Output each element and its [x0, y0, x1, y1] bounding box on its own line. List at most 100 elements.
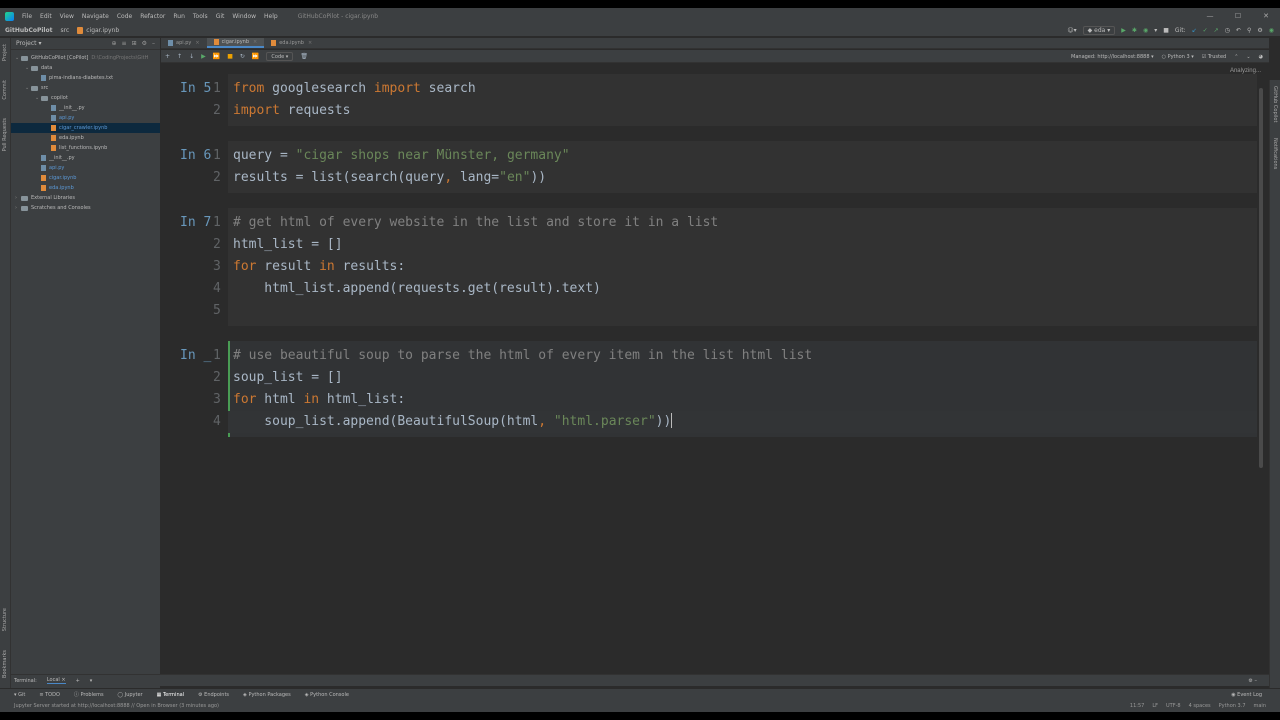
close-button[interactable]: ✕ [1252, 8, 1280, 24]
terminal-tab-local[interactable]: Local × [46, 677, 66, 684]
terminal-options-icon[interactable]: ▾ [90, 678, 93, 684]
notebook-cell[interactable]: In 6 1 query = "cigar shops near Münster, … [161, 141, 1257, 193]
git-commit-icon[interactable]: ✓ [1203, 27, 1208, 34]
status-caret-position[interactable]: 11:57 [1130, 703, 1144, 709]
code-line[interactable]: 5 [161, 300, 1257, 322]
search-everywhere-icon[interactable]: ⚲ [1247, 27, 1251, 34]
menu-run[interactable]: Run [169, 13, 189, 20]
restart-kernel-icon[interactable]: ↻ [240, 53, 245, 60]
tool-todo[interactable]: ≡ TODO [39, 692, 60, 698]
add-cell-icon[interactable]: + [165, 53, 170, 60]
tree-item[interactable]: pima-indians-diabetes.txt [11, 73, 160, 83]
move-down-icon[interactable]: ↓ [189, 53, 194, 60]
code-line[interactable]: 3 for html in html_list: [161, 389, 1257, 411]
code-line[interactable]: 3 for result in results: [161, 256, 1257, 278]
tool-terminal[interactable]: ▦ Terminal [157, 692, 184, 698]
menu-help[interactable]: Help [260, 13, 282, 20]
trusted-indicator[interactable]: ☑ Trusted [1202, 54, 1226, 60]
run-all-icon[interactable]: ⏩ [213, 53, 220, 60]
expand-all-icon[interactable]: ⊞ [132, 40, 137, 47]
tool-git[interactable]: ▾ Git [14, 692, 25, 698]
code-line[interactable]: 1 # get html of every website in the list… [161, 212, 1257, 234]
tree-item[interactable]: api.py [11, 113, 160, 123]
menu-window[interactable]: Window [228, 13, 260, 20]
menu-file[interactable]: File [18, 13, 36, 20]
code-line[interactable]: 4 soup_list.append(BeautifulSoup(html, "… [161, 411, 1257, 433]
tree-item[interactable]: › Scratches and Consoles [11, 203, 160, 213]
editor-vertical-scrollbar[interactable] [1259, 88, 1263, 468]
code-line[interactable]: 1 from googlesearch import search [161, 78, 1257, 100]
rollback-icon[interactable]: ↶ [1236, 27, 1241, 34]
tree-item[interactable]: api.py [11, 163, 160, 173]
tree-item[interactable]: cigar_crawler.ipynb [11, 123, 160, 133]
tree-item[interactable]: ⌄ src [11, 83, 160, 93]
project-view-select[interactable]: Project ▾ [16, 40, 41, 47]
tool-problems[interactable]: ⓘ Problems [74, 691, 104, 698]
git-push-icon[interactable]: ↗ [1214, 27, 1219, 34]
menu-refactor[interactable]: Refactor [136, 13, 169, 20]
tool-jupyter[interactable]: ◯ Jupyter [118, 692, 143, 698]
settings-icon[interactable]: ⚙ [1257, 27, 1262, 34]
project-tool-tab[interactable]: Project [2, 44, 8, 61]
maximize-button[interactable]: ☐ [1224, 8, 1252, 24]
notebook-editor[interactable]: Analyzing... In 5 1 from googlesearch impo… [161, 64, 1265, 670]
breadcrumb-file[interactable]: cigar.ipynb [77, 26, 119, 34]
status-message[interactable]: Jupyter Server started at http://localho… [14, 703, 219, 709]
notebook-cell[interactable]: In _ 1 # use beautiful soup to parse the h… [161, 341, 1257, 437]
tree-item[interactable]: eda.ipynb [11, 133, 160, 143]
menu-navigate[interactable]: Navigate [78, 13, 113, 20]
close-tab-icon[interactable]: × [253, 39, 257, 45]
tree-item[interactable]: ⌄ GitHubCoPilot [CoPilot] D:\CodingProject… [11, 53, 160, 63]
cell-type-select[interactable]: Code ▾ [266, 51, 294, 61]
breadcrumb-src[interactable]: src [60, 27, 69, 34]
tree-item[interactable]: › External Libraries [11, 193, 160, 203]
tool-python-console[interactable]: ◈ Python Console [305, 692, 349, 698]
tree-item[interactable]: list_functions.ipynb [11, 143, 160, 153]
commit-tool-tab[interactable]: Commit [2, 80, 8, 100]
tool-event-log[interactable]: ◉ Event Log [1231, 692, 1280, 698]
menu-git[interactable]: Git [212, 13, 229, 20]
github-copilot-tool-tab[interactable]: GitHub Copilot [1272, 86, 1278, 122]
menu-tools[interactable]: Tools [189, 13, 212, 20]
hide-panel-icon[interactable]: – [152, 40, 155, 47]
status-interpreter[interactable]: Python 3.7 [1219, 703, 1246, 709]
new-terminal-icon[interactable]: + [76, 678, 80, 684]
debug-icon[interactable]: ✱ [1132, 27, 1137, 34]
terminal-settings-icon[interactable]: ⚙ – [1248, 678, 1269, 684]
next-cell-icon[interactable]: ⌄ [1246, 54, 1250, 60]
locate-icon[interactable]: ⊕ [112, 40, 117, 47]
tree-item[interactable]: cigar.ipynb [11, 173, 160, 183]
run-cell-select-below-icon[interactable]: ▶ [201, 53, 206, 60]
status-encoding[interactable]: UTF-8 [1166, 703, 1181, 709]
tree-item[interactable]: __init__.py [11, 153, 160, 163]
code-line[interactable]: 1 query = "cigar shops near Münster, germ… [161, 145, 1257, 167]
tool-endpoints[interactable]: ⚙ Endpoints [198, 692, 229, 698]
run-config-select[interactable]: ◆ eda ▾ [1082, 26, 1116, 35]
kernel-select[interactable]: ○ Python 3 ▾ [1162, 54, 1194, 60]
tree-item[interactable]: ⌄ copilot [11, 93, 160, 103]
jupyter-server-select[interactable]: Managed: http://localhost:8888 ▾ [1071, 54, 1154, 60]
code-line[interactable]: 2 results = list(search(query, lang="en")… [161, 167, 1257, 189]
tree-item[interactable]: eda.ipynb [11, 183, 160, 193]
structure-tool-tab[interactable]: Structure [2, 608, 8, 631]
pull-requests-tool-tab[interactable]: Pull Requests [2, 118, 8, 151]
menu-code[interactable]: Code [113, 13, 136, 20]
menu-view[interactable]: View [56, 13, 78, 20]
globe-icon[interactable]: ◕ [1259, 54, 1263, 60]
coverage-icon[interactable]: ◉ [1143, 27, 1148, 34]
tree-item[interactable]: __init__.py [11, 103, 160, 113]
tree-item[interactable]: ⌄ data [11, 63, 160, 73]
notebook-cell[interactable]: In 5 1 from googlesearch import search 2 imp… [161, 74, 1257, 126]
move-up-icon[interactable]: ↑ [177, 53, 182, 60]
editor-tab[interactable]: api.py × [161, 38, 207, 48]
menu-edit[interactable]: Edit [36, 13, 56, 20]
editor-tab[interactable]: eda.ipynb × [264, 38, 319, 48]
interrupt-kernel-icon[interactable]: ■ [227, 53, 233, 60]
delete-output-icon[interactable]: 🗑 [300, 53, 308, 60]
breadcrumb-project[interactable]: GitHubCoPilot [5, 27, 52, 34]
minimize-button[interactable]: — [1196, 8, 1224, 24]
prev-cell-icon[interactable]: ⌃ [1234, 54, 1238, 60]
code-line[interactable]: 4 html_list.append(requests.get(result).… [161, 278, 1257, 300]
git-update-icon[interactable]: ↙ [1192, 27, 1197, 34]
tool-python-packages[interactable]: ◈ Python Packages [243, 692, 291, 698]
